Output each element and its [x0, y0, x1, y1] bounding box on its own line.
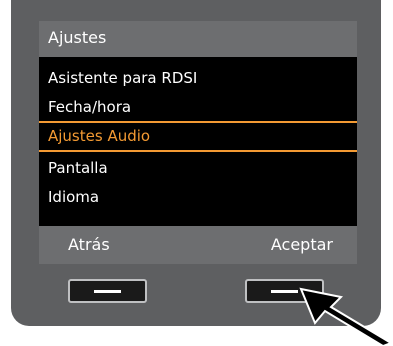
left-softkey-button[interactable]: [68, 279, 147, 303]
menu-item-ajustes-audio[interactable]: Ajustes Audio: [39, 121, 357, 152]
softkey-bar: Atrás Aceptar: [39, 226, 357, 264]
menu-item-label: Asistente para RDSI: [48, 69, 198, 87]
menu-item-idioma[interactable]: Idioma: [39, 182, 357, 211]
settings-menu: Asistente para RDSI Fecha/hora Ajustes A…: [39, 57, 357, 226]
menu-item-label: Fecha/hora: [48, 98, 132, 116]
screen-header: Ajustes: [39, 21, 357, 57]
pointer-arrow-icon: [299, 287, 393, 346]
phone-display: Ajustes Asistente para RDSI Fecha/hora A…: [0, 0, 393, 346]
key-bar-icon: [271, 290, 298, 293]
menu-item-label: Ajustes Audio: [48, 127, 151, 145]
menu-item-fecha-hora[interactable]: Fecha/hora: [39, 92, 357, 121]
menu-item-label: Idioma: [48, 188, 100, 206]
menu-item-asistente-rdsi[interactable]: Asistente para RDSI: [39, 63, 357, 92]
page-title: Ajustes: [48, 28, 107, 47]
softkey-back-label: Atrás: [68, 235, 110, 254]
key-bar-icon: [94, 290, 121, 293]
menu-item-pantalla[interactable]: Pantalla: [39, 153, 357, 182]
menu-item-label: Pantalla: [48, 159, 108, 177]
softkey-ok-label: Aceptar: [270, 235, 333, 254]
